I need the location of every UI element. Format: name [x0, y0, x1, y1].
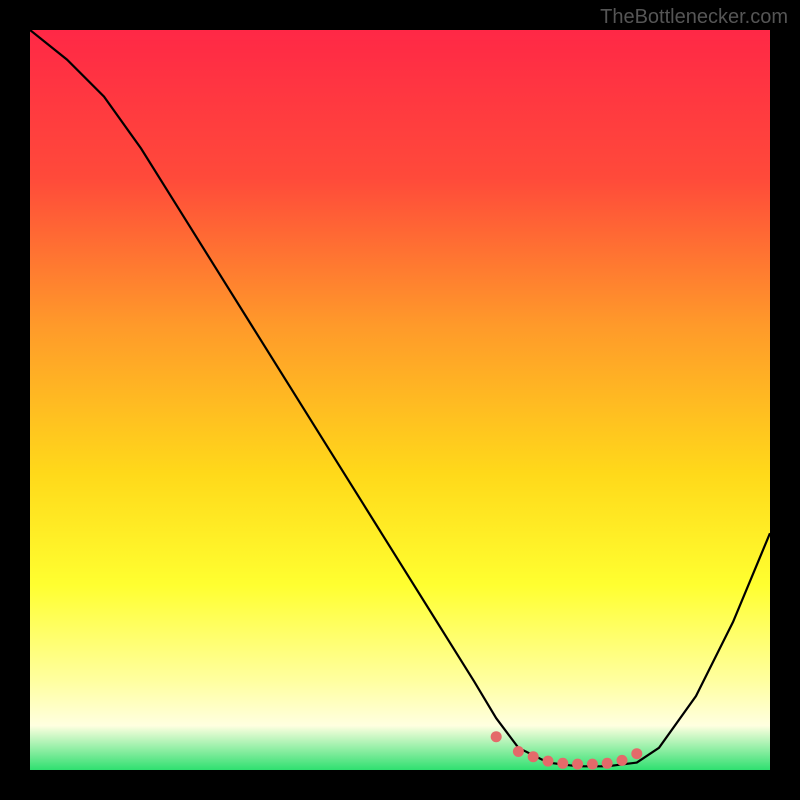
highlight-dot [557, 758, 568, 769]
plot-area [30, 30, 770, 770]
chart-svg [30, 30, 770, 770]
gradient-background [30, 30, 770, 770]
highlight-dot [491, 731, 502, 742]
highlight-dot [631, 748, 642, 759]
highlight-dot [587, 759, 598, 770]
highlight-dot [602, 758, 613, 769]
highlight-dot [528, 751, 539, 762]
highlight-dot [513, 746, 524, 757]
highlight-dot [543, 756, 554, 767]
chart-container: TheBottlenecker.com [0, 0, 800, 800]
highlight-dot [617, 755, 628, 766]
highlight-dot [572, 759, 583, 770]
watermark-text: TheBottlenecker.com [600, 6, 788, 29]
